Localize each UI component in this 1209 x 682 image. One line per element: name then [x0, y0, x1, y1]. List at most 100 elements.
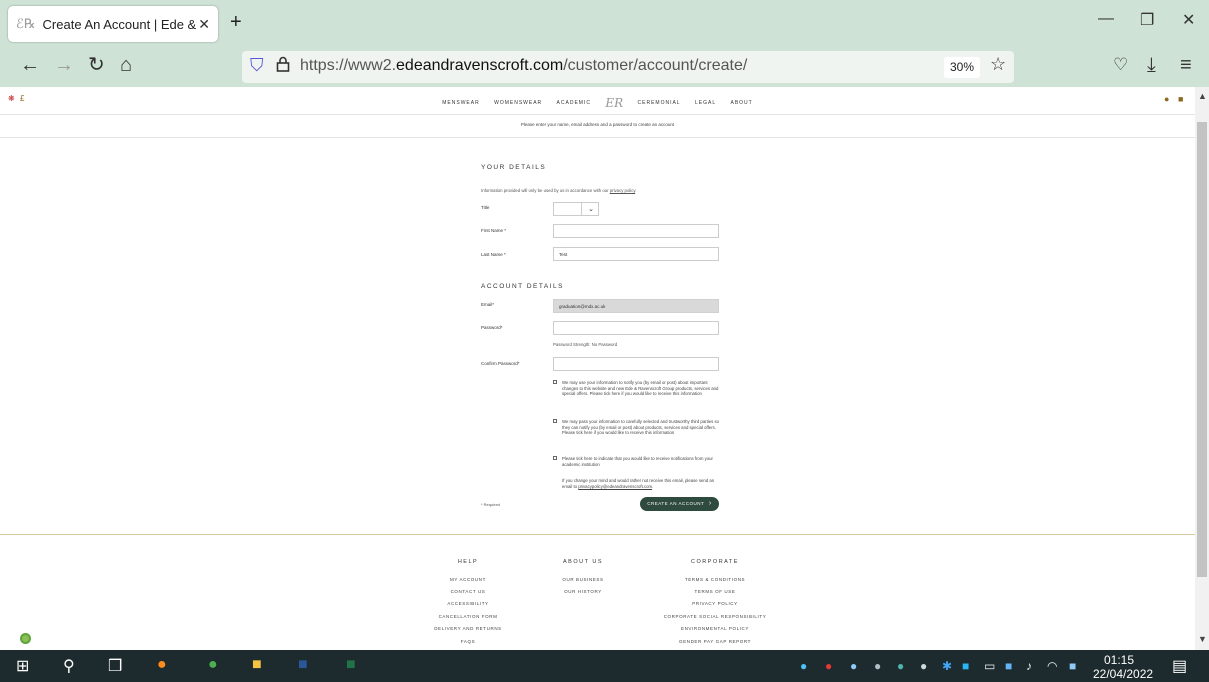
basket-icon[interactable]: ■: [1178, 94, 1183, 104]
opt-out-note: If you change your mind and would rather…: [562, 478, 715, 489]
site-favicon-icon: ℰ℞: [16, 16, 36, 31]
menu-icon[interactable]: ≡: [1180, 53, 1192, 77]
privacy-email-link[interactable]: privacypolicy@edeandravenscroft.com: [578, 484, 652, 489]
notifications-icon[interactable]: ▤: [1172, 656, 1187, 676]
pocket-icon[interactable]: ♡: [1113, 53, 1128, 77]
excel-icon[interactable]: ■: [346, 656, 356, 674]
footer-link[interactable]: DELIVERY AND RETURNS: [398, 626, 538, 631]
first-name-field[interactable]: [553, 224, 719, 238]
menu-item-legal[interactable]: LEGAL: [695, 100, 716, 106]
menu-item-academic[interactable]: ACADEMIC: [557, 100, 591, 106]
menu-item-about[interactable]: ABOUT: [731, 100, 753, 106]
zoom-level[interactable]: 30%: [944, 57, 980, 78]
search-icon[interactable]: ⚲: [63, 656, 75, 676]
confirm-password-field[interactable]: [553, 357, 719, 371]
divider: [0, 137, 1195, 138]
firefox-icon[interactable]: ●: [157, 656, 167, 674]
footer-link[interactable]: OUR BUSINESS: [513, 577, 653, 582]
checkbox[interactable]: [553, 380, 557, 384]
tray-icon[interactable]: ●: [850, 659, 857, 673]
tray-icon[interactable]: ●: [874, 659, 881, 673]
title-label: Title: [481, 205, 490, 210]
tray-icon[interactable]: ■: [962, 659, 969, 673]
close-window-button[interactable]: ✕: [1182, 10, 1195, 30]
menu-item-ceremonial[interactable]: CEREMONIAL: [638, 100, 681, 106]
footer-link[interactable]: CANCELLATION FORM: [398, 614, 538, 619]
bookmark-star-icon[interactable]: ☆: [990, 54, 1006, 75]
footer-link[interactable]: PRIVACY POLICY: [645, 601, 785, 606]
last-name-field[interactable]: Test: [553, 247, 719, 261]
page-scrollbar[interactable]: ▲ ▼: [1195, 87, 1209, 650]
tray-icon[interactable]: ●: [825, 659, 832, 673]
battery-icon[interactable]: ▭: [984, 659, 995, 673]
required-note: * Required: [481, 502, 500, 507]
scrollbar-thumb[interactable]: [1197, 122, 1207, 577]
scroll-up-icon[interactable]: ▲: [1198, 91, 1207, 101]
browser-tab[interactable]: ℰ℞ Create An Account | Ede & Rave ✕: [8, 6, 218, 42]
footer-link[interactable]: TERMS OF USE: [645, 589, 785, 594]
chat-widget-icon[interactable]: [20, 633, 31, 644]
footer-link[interactable]: ACCESSIBILITY: [398, 601, 538, 606]
clock-time: 01:15: [1103, 653, 1135, 667]
word-icon[interactable]: ■: [298, 656, 308, 674]
bluetooth-icon[interactable]: ✱: [942, 659, 952, 673]
footer-divider: [0, 534, 1195, 535]
checkbox[interactable]: [553, 456, 557, 460]
address-bar[interactable]: ⛉ https://www2.edeandravenscroft.com/cus…: [242, 51, 1014, 83]
privacy-policy-link[interactable]: privacy policy: [610, 188, 635, 193]
consent-text: We may use your information to notify yo…: [562, 380, 719, 396]
site-logo[interactable]: ER: [605, 96, 623, 110]
new-tab-button[interactable]: +: [230, 12, 242, 32]
password-field[interactable]: [553, 321, 719, 335]
tray-icon[interactable]: ●: [897, 659, 904, 673]
footer-about-heading: ABOUT US: [562, 559, 603, 565]
wifi-icon[interactable]: ◠: [1047, 659, 1057, 673]
email-field[interactable]: graduation@mdx.ac.uk: [553, 299, 719, 313]
site-header: ❋ £ MENSWEAR WOMENSWEAR ACADEMIC ER CERE…: [0, 87, 1195, 115]
close-tab-icon[interactable]: ✕: [198, 16, 210, 33]
footer-link[interactable]: OUR HISTORY: [513, 589, 653, 594]
title-select[interactable]: ⌄: [553, 202, 599, 216]
url-text: https://www2.edeandravenscroft.com/custo…: [300, 57, 748, 74]
keyboard-icon[interactable]: ■: [1069, 659, 1076, 673]
password-strength: Password Strength: No Password: [553, 342, 618, 347]
volume-icon[interactable]: ♪: [1026, 659, 1032, 673]
minimize-button[interactable]: —: [1098, 10, 1114, 28]
privacy-note: Information provided will only be used b…: [481, 188, 637, 193]
system-clock[interactable]: 01:15 22/04/2022: [1093, 653, 1153, 681]
home-icon[interactable]: ⌂: [120, 53, 132, 77]
menu-item-menswear[interactable]: MENSWEAR: [442, 100, 479, 106]
windows-start-icon[interactable]: ⊞: [16, 656, 29, 676]
footer-link[interactable]: TERMS & CONDITIONS: [645, 577, 785, 582]
tray-icon[interactable]: ●: [800, 659, 807, 673]
downloads-icon[interactable]: ⤓: [1147, 53, 1156, 77]
account-details-heading: ACCOUNT DETAILS: [481, 283, 564, 290]
last-name-label: Last Name *: [481, 252, 506, 257]
chrome-icon[interactable]: ●: [208, 656, 218, 674]
file-explorer-icon[interactable]: ■: [252, 656, 262, 674]
scroll-down-icon[interactable]: ▼: [1198, 634, 1207, 644]
restore-button[interactable]: ❐: [1140, 10, 1154, 30]
forward-icon[interactable]: →: [54, 53, 74, 77]
shield-icon[interactable]: ⛉: [250, 55, 264, 76]
account-icon[interactable]: ●: [1164, 94, 1169, 104]
footer-link[interactable]: ENVIRONMENTAL POLICY: [645, 626, 785, 631]
lock-icon[interactable]: [276, 56, 290, 72]
tab-title: Create An Account | Ede & Rave: [42, 16, 199, 32]
consent-text: We may pass your information to carefull…: [562, 419, 720, 435]
consent-option-1: We may use your information to notify yo…: [553, 380, 723, 397]
menu-item-womenswear[interactable]: WOMENSWEAR: [494, 100, 542, 106]
back-icon[interactable]: ←: [20, 53, 40, 77]
browser-tab-bar: ℰ℞ Create An Account | Ede & Rave ✕ + — …: [0, 0, 1209, 45]
checkbox[interactable]: [553, 419, 557, 423]
task-view-icon[interactable]: ❒: [108, 656, 122, 676]
footer-link[interactable]: CORPORATE SOCIAL RESPONSIBILITY: [645, 614, 785, 619]
tray-icon[interactable]: ●: [920, 659, 927, 673]
create-account-button[interactable]: CREATE AN ACCOUNT ›: [640, 497, 719, 511]
windows-taskbar: ⊞ ⚲ ❒ ● ● ■ ■ ■ ● ● ● ● ● ● ✱ ■ ▭ ■ ♪ ◠ …: [0, 650, 1209, 682]
reload-icon[interactable]: ↻: [88, 53, 105, 77]
tray-icon[interactable]: ■: [1005, 659, 1012, 673]
footer-link[interactable]: GENDER PAY GAP REPORT: [645, 639, 785, 644]
consent-option-2: We may pass your information to carefull…: [553, 419, 723, 436]
footer-link[interactable]: FAQS: [398, 639, 538, 644]
